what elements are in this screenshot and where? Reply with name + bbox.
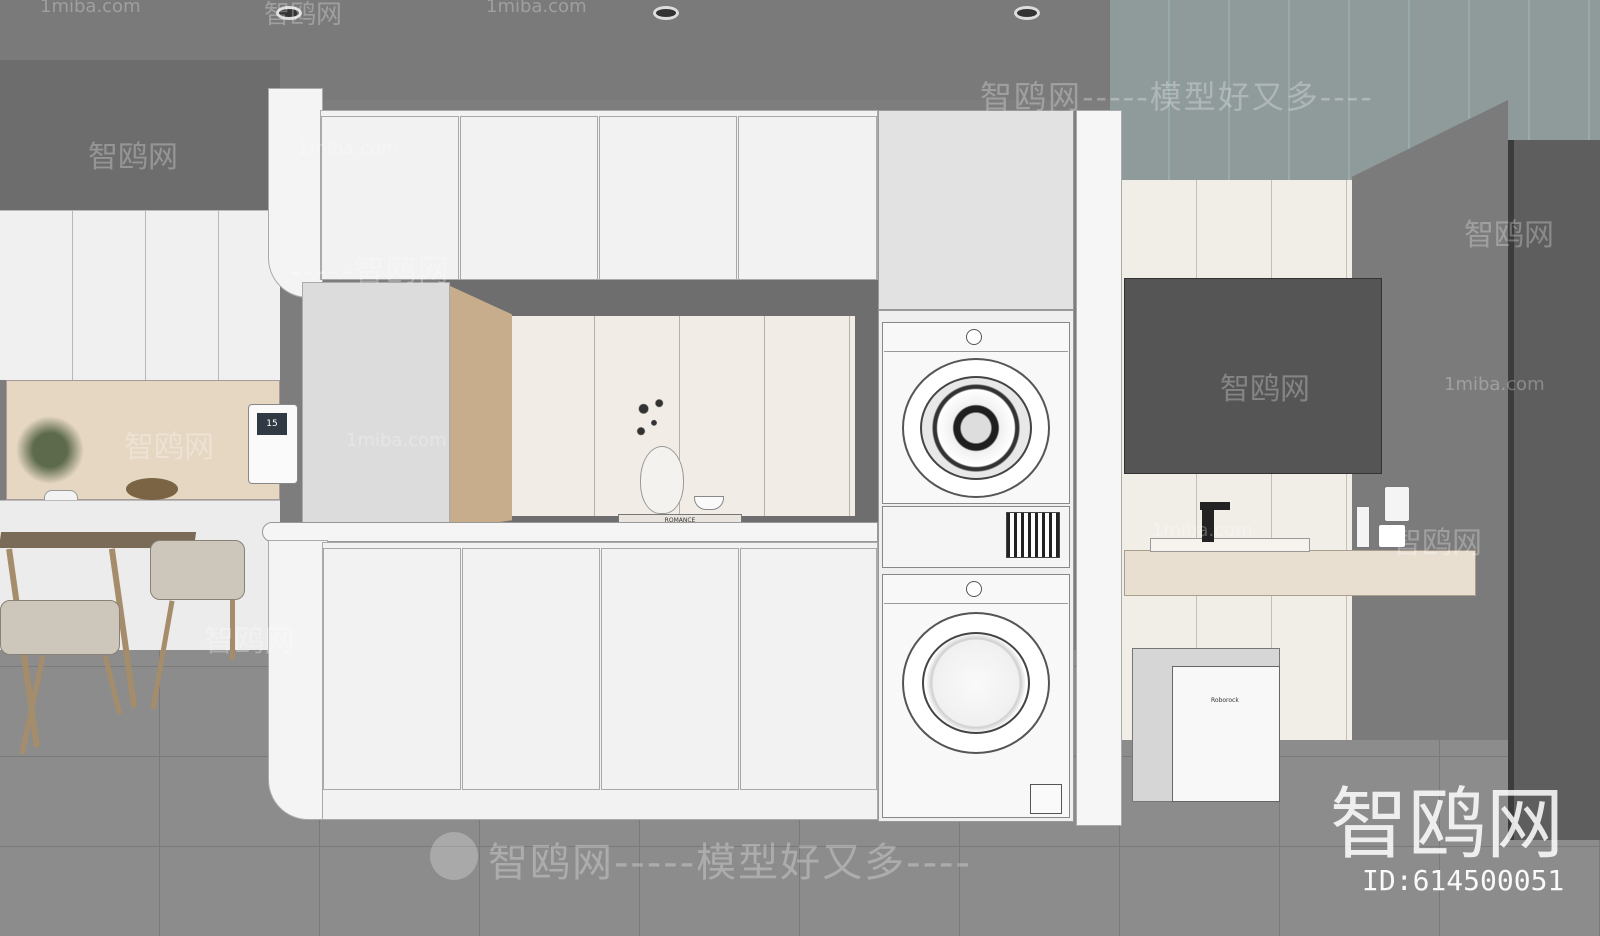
watermark-site: 1miba.com <box>1444 374 1545 395</box>
washer-drum <box>922 632 1030 734</box>
watermark-brand: 智鸥网 <box>1220 372 1310 407</box>
toiletry-bottle <box>1356 506 1370 548</box>
tall-side-panel <box>1076 110 1122 826</box>
lower-door <box>601 548 739 790</box>
niche-wood-side <box>448 285 512 530</box>
watermark-site: 1miba.com <box>298 138 399 159</box>
watermark-site: 1miba.com <box>40 0 141 17</box>
side-shelf-box <box>302 282 450 530</box>
vase <box>640 446 684 514</box>
dispenser-display: 15 <box>257 413 287 435</box>
water-dispenser: 15 <box>248 404 298 484</box>
washer-knob <box>966 581 982 597</box>
ceiling-light <box>1014 6 1040 20</box>
ceiling-light <box>653 6 679 20</box>
watermark-slogan: 智鸥网-----模型好又多---- <box>980 78 1374 116</box>
dryer-knob <box>966 329 982 345</box>
washer-column-top-cabinet <box>878 110 1074 310</box>
dryer-drum <box>920 376 1032 480</box>
watermark-brand: 智鸥网 <box>264 0 343 30</box>
dryer-vent-grille <box>1006 512 1060 558</box>
upper-door <box>599 116 737 280</box>
decor-plant <box>10 410 90 490</box>
cabinet-lower-rounded-end <box>268 540 328 820</box>
countertop <box>262 522 878 542</box>
lower-door <box>323 548 461 790</box>
robot-vacuum-dock-front: Roborock <box>1172 666 1280 802</box>
watermark-id: ID:614500051 <box>1362 864 1565 897</box>
watermark-brand: 智鸥网 <box>124 430 214 465</box>
dining-chair <box>150 540 245 600</box>
upper-door <box>738 116 877 280</box>
watermark-brand: 智鸥网 <box>204 624 294 659</box>
faucet-spout <box>1200 502 1230 510</box>
vase-branches <box>628 392 680 448</box>
watermark-brand: 智鸥网 <box>1464 218 1554 253</box>
watermark-site: 1miba.com <box>486 0 587 17</box>
left-cabinet-lines <box>0 210 280 380</box>
toiletry-bottle <box>1384 486 1410 522</box>
watermark-site: 1miba.com <box>346 430 447 451</box>
watermark-big-logo: 智鸥网 <box>1330 780 1565 870</box>
lower-door <box>462 548 600 790</box>
robot-brand-label: Roborock <box>1211 697 1239 704</box>
upper-door <box>460 116 598 280</box>
decor-bowl <box>126 478 178 500</box>
watermark-slogan: 智鸥网-----模型好又多---- <box>488 840 972 886</box>
washer-filter-door <box>1030 784 1062 814</box>
watermark-brand: -----智鸥网 <box>290 254 451 289</box>
dining-chair <box>0 600 120 655</box>
lower-door <box>740 548 877 790</box>
watermark-brand: 智鸥网 <box>88 140 178 175</box>
watermark-brand: 智鸥网 <box>1392 526 1482 561</box>
watermark-bird-logo <box>430 832 478 880</box>
watermark-site: 1miba.com <box>1152 520 1253 541</box>
